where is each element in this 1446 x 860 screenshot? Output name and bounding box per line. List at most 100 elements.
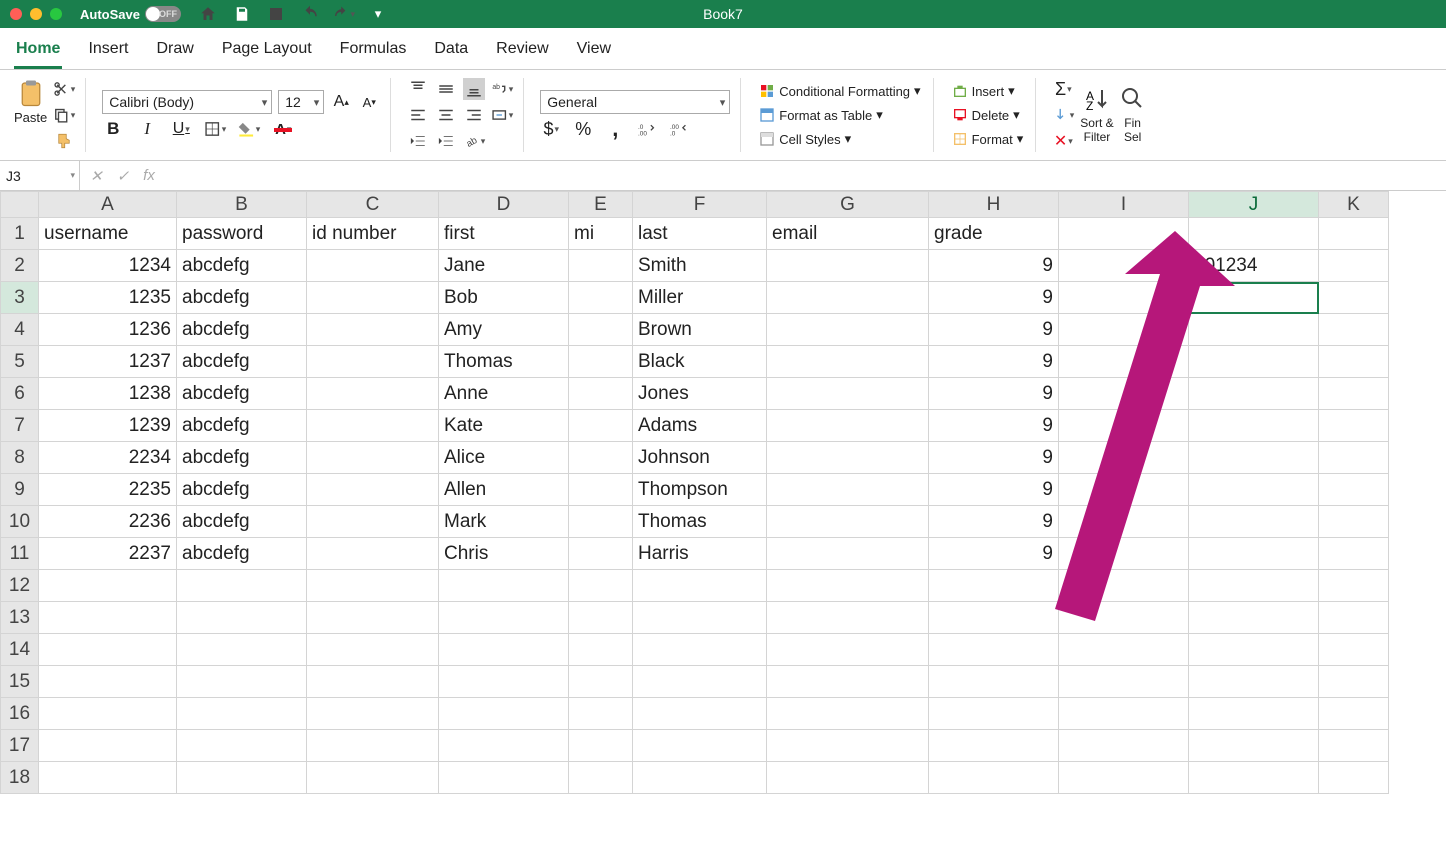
cell[interactable]: first	[439, 218, 569, 250]
cell[interactable]	[1059, 378, 1189, 410]
cell-styles-button[interactable]: Cell Styles ▾	[757, 129, 922, 149]
row-header-18[interactable]: 18	[1, 762, 39, 794]
cell[interactable]	[1189, 506, 1319, 538]
cell[interactable]	[1319, 698, 1389, 730]
cell[interactable]	[307, 602, 439, 634]
cell[interactable]: id number	[307, 218, 439, 250]
cell[interactable]: Miller	[633, 282, 767, 314]
cell[interactable]	[929, 602, 1059, 634]
cell[interactable]	[1059, 442, 1189, 474]
cell[interactable]: abcdefg	[177, 474, 307, 506]
cell[interactable]	[177, 602, 307, 634]
cell[interactable]	[439, 762, 569, 794]
decrease-decimal-icon[interactable]: .00.0	[668, 118, 690, 140]
cell[interactable]	[633, 730, 767, 762]
tab-view[interactable]: View	[575, 36, 613, 69]
col-header-J[interactable]: J	[1189, 192, 1319, 218]
align-middle-icon[interactable]	[435, 78, 457, 100]
cell[interactable]	[633, 602, 767, 634]
cell[interactable]	[307, 250, 439, 282]
cell[interactable]	[929, 762, 1059, 794]
cell[interactable]	[569, 538, 633, 570]
close-window-icon[interactable]	[10, 8, 22, 20]
tab-draw[interactable]: Draw	[154, 36, 195, 69]
cell[interactable]	[1319, 378, 1389, 410]
cell[interactable]	[767, 378, 929, 410]
currency-icon[interactable]: $	[540, 118, 562, 140]
cell[interactable]	[633, 634, 767, 666]
cell[interactable]	[307, 314, 439, 346]
cell[interactable]	[569, 346, 633, 378]
col-header-D[interactable]: D	[439, 192, 569, 218]
cell[interactable]	[569, 666, 633, 698]
row-header-10[interactable]: 10	[1, 506, 39, 538]
cell[interactable]	[767, 474, 929, 506]
cell[interactable]	[1319, 474, 1389, 506]
cell[interactable]	[1319, 282, 1389, 314]
enter-formula-icon[interactable]: ✓	[117, 167, 130, 185]
cell[interactable]	[439, 698, 569, 730]
cell[interactable]: password	[177, 218, 307, 250]
cell[interactable]	[307, 538, 439, 570]
cell[interactable]	[177, 762, 307, 794]
maximize-window-icon[interactable]	[50, 8, 62, 20]
cell[interactable]: Adams	[633, 410, 767, 442]
cell[interactable]: Chris	[439, 538, 569, 570]
wrap-text-icon[interactable]: ab	[491, 78, 513, 100]
comma-icon[interactable]: ,	[604, 118, 626, 140]
row-header-11[interactable]: 11	[1, 538, 39, 570]
col-header-A[interactable]: A	[39, 192, 177, 218]
col-header-K[interactable]: K	[1319, 192, 1389, 218]
cell[interactable]	[1189, 538, 1319, 570]
cell[interactable]: 9	[929, 474, 1059, 506]
cell[interactable]	[1189, 570, 1319, 602]
underline-button[interactable]: U	[170, 118, 192, 140]
cell[interactable]: abcdefg	[177, 282, 307, 314]
cell[interactable]	[1319, 730, 1389, 762]
cell[interactable]	[767, 698, 929, 730]
cell[interactable]	[1189, 442, 1319, 474]
spreadsheet-grid[interactable]: ABCDEFGHIJK1usernamepasswordid numberfir…	[0, 191, 1446, 794]
percent-icon[interactable]: %	[572, 118, 594, 140]
col-header-G[interactable]: G	[767, 192, 929, 218]
cell[interactable]	[1059, 506, 1189, 538]
cell[interactable]: email	[767, 218, 929, 250]
row-header-6[interactable]: 6	[1, 378, 39, 410]
italic-button[interactable]: I	[136, 118, 158, 140]
cell[interactable]: abcdefg	[177, 538, 307, 570]
cell[interactable]: abcdefg	[177, 314, 307, 346]
col-header-I[interactable]: I	[1059, 192, 1189, 218]
cell[interactable]	[307, 762, 439, 794]
cell[interactable]	[1059, 314, 1189, 346]
row-header-4[interactable]: 4	[1, 314, 39, 346]
cell[interactable]	[1059, 602, 1189, 634]
bold-button[interactable]: B	[102, 118, 124, 140]
cell[interactable]	[307, 378, 439, 410]
tab-insert[interactable]: Insert	[86, 36, 130, 69]
cell[interactable]	[767, 538, 929, 570]
fx-icon[interactable]: fx	[143, 167, 155, 185]
cell[interactable]	[1319, 762, 1389, 794]
select-all-corner[interactable]	[1, 192, 39, 218]
cell[interactable]	[1319, 218, 1389, 250]
border-icon[interactable]	[204, 118, 226, 140]
cell[interactable]: Jane	[439, 250, 569, 282]
cell[interactable]	[1189, 634, 1319, 666]
cell[interactable]	[633, 698, 767, 730]
cell[interactable]	[307, 730, 439, 762]
row-header-17[interactable]: 17	[1, 730, 39, 762]
cell[interactable]: 9	[929, 378, 1059, 410]
align-center-icon[interactable]	[435, 104, 457, 126]
cell[interactable]	[1319, 602, 1389, 634]
cell[interactable]	[767, 634, 929, 666]
cell[interactable]	[569, 250, 633, 282]
cell[interactable]	[1059, 762, 1189, 794]
align-top-icon[interactable]	[407, 78, 429, 100]
home-icon[interactable]	[197, 3, 219, 25]
cell[interactable]	[767, 250, 929, 282]
cell[interactable]	[177, 570, 307, 602]
cell[interactable]	[1319, 250, 1389, 282]
cell[interactable]	[1059, 410, 1189, 442]
cell[interactable]	[767, 282, 929, 314]
cell[interactable]	[767, 762, 929, 794]
